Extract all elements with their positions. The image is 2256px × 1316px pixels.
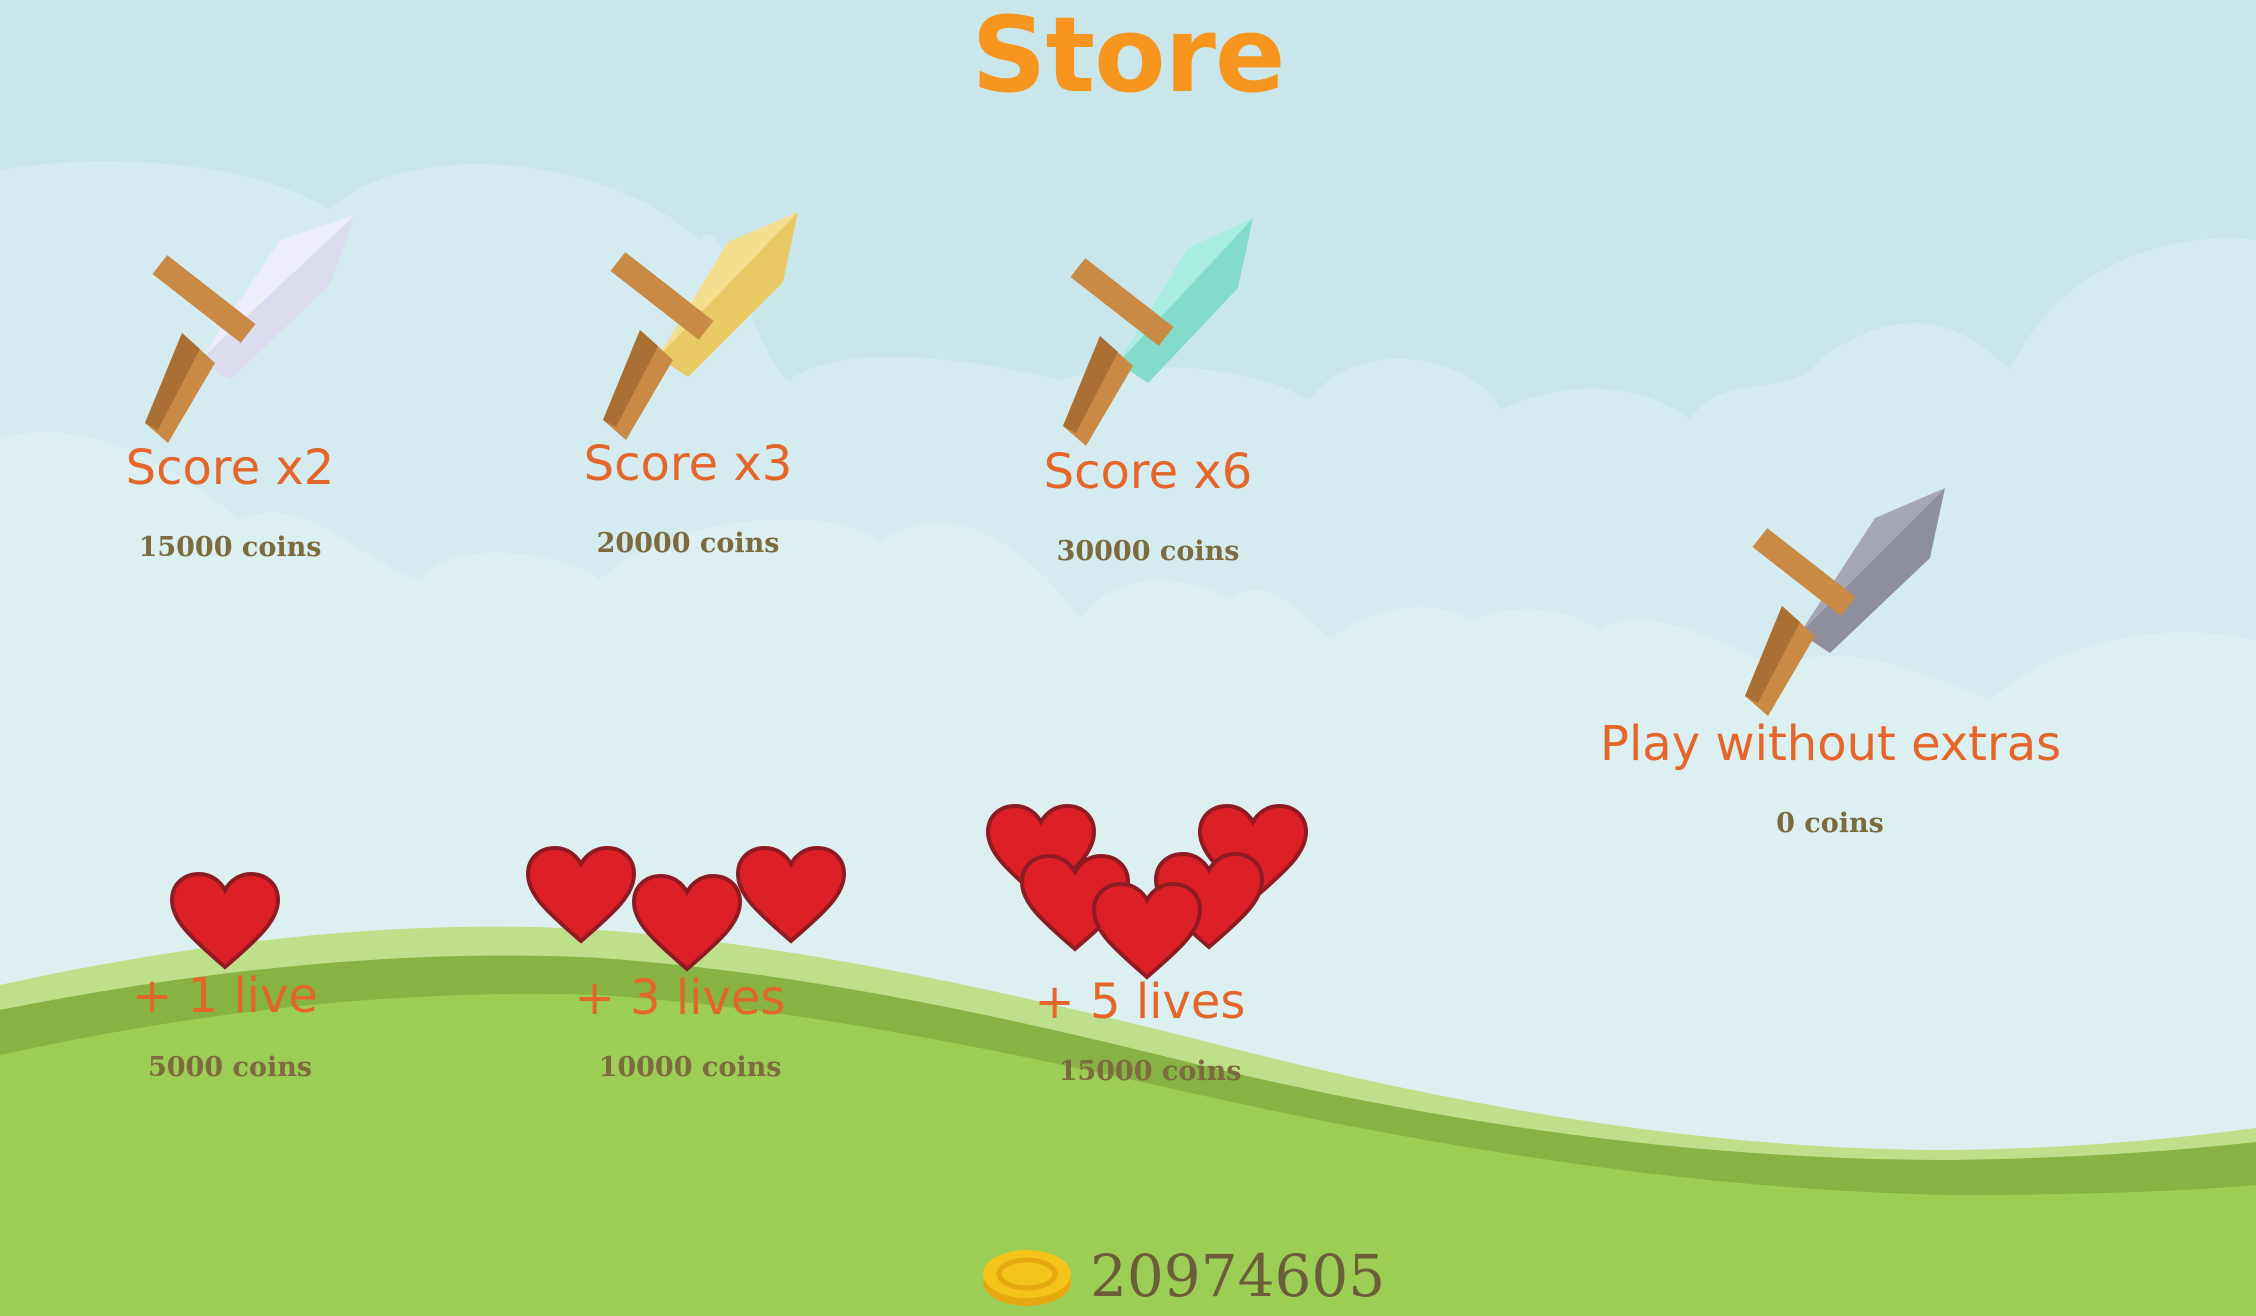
- white-sword-icon: [145, 215, 355, 443]
- item-label: Play without extras: [1600, 716, 2062, 772]
- item-label: + 3 lives: [574, 970, 786, 1026]
- item-label: Score x2: [125, 440, 335, 496]
- iron-sword-icon: [1745, 488, 1945, 716]
- store-item-score-x3[interactable]: Score x3 20000 coins: [558, 200, 838, 580]
- store-item-score-x2[interactable]: Score x2 15000 coins: [100, 200, 380, 580]
- item-price: 5000 coins: [147, 1052, 313, 1083]
- item-price: 20000 coins: [596, 528, 780, 559]
- item-price: 15000 coins: [1058, 1056, 1242, 1087]
- hearts-3-icon: [525, 845, 847, 972]
- item-price: 30000 coins: [1056, 536, 1240, 567]
- item-price: 10000 coins: [598, 1052, 782, 1083]
- heart-icon: [169, 871, 281, 970]
- store-item-plus-1-live[interactable]: + 1 live 5000 coins: [100, 860, 360, 1090]
- item-label: + 1 live: [132, 968, 318, 1024]
- item-label: Score x3: [583, 436, 793, 492]
- store-title: Store: [971, 0, 1286, 116]
- gold-sword-icon: [603, 212, 798, 440]
- store-item-plus-3-lives[interactable]: + 3 lives 10000 coins: [520, 840, 860, 1090]
- item-label: + 5 lives: [1034, 974, 1246, 1030]
- diamond-sword-icon: [1063, 218, 1253, 446]
- item-price: 15000 coins: [138, 532, 322, 563]
- item-label: Score x6: [1043, 444, 1253, 500]
- store-item-play-without-extras[interactable]: Play without extras 0 coins: [1600, 480, 2062, 860]
- coin-icon: [983, 1250, 1071, 1306]
- store-item-plus-5-lives[interactable]: + 5 lives 15000 coins: [980, 800, 1320, 1100]
- hearts-5-icon: [985, 803, 1309, 980]
- item-price: 0 coins: [1776, 808, 1884, 839]
- coin-balance-value: 20974605: [1090, 1242, 1386, 1310]
- store-item-score-x6[interactable]: Score x6 30000 coins: [1018, 200, 1298, 580]
